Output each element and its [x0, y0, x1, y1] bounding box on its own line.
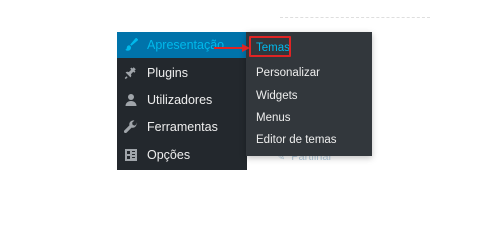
settings-icon	[123, 147, 139, 163]
admin-menu: Apresentação Plugins Utilizadores Ferram…	[117, 32, 247, 170]
menu-item-plugins[interactable]: Plugins	[117, 60, 247, 86]
menu-item-utilizadores[interactable]: Utilizadores	[117, 87, 247, 113]
menu-item-label: Apresentação	[147, 38, 225, 52]
paintbrush-icon	[123, 37, 139, 53]
plugin-icon	[123, 65, 139, 81]
background-top-text	[280, 8, 430, 18]
menu-item-label: Utilizadores	[147, 93, 213, 107]
highlight-box	[249, 36, 291, 57]
wrench-icon	[123, 119, 139, 135]
submenu-item-editor-de-temas[interactable]: Editor de temas	[256, 131, 337, 149]
menu-item-opcoes[interactable]: Opções	[117, 142, 247, 168]
menu-item-label: Plugins	[147, 66, 188, 80]
arrow-right-icon	[214, 44, 250, 52]
menu-item-label: Opções	[147, 148, 191, 162]
submenu-item-menus[interactable]: Menus	[256, 109, 291, 127]
submenu-item-widgets[interactable]: Widgets	[256, 87, 298, 105]
submenu-item-personalizar[interactable]: Personalizar	[256, 64, 320, 82]
users-icon	[123, 92, 139, 108]
menu-item-label: Ferramentas	[147, 120, 218, 134]
menu-item-ferramentas[interactable]: Ferramentas	[117, 114, 247, 140]
